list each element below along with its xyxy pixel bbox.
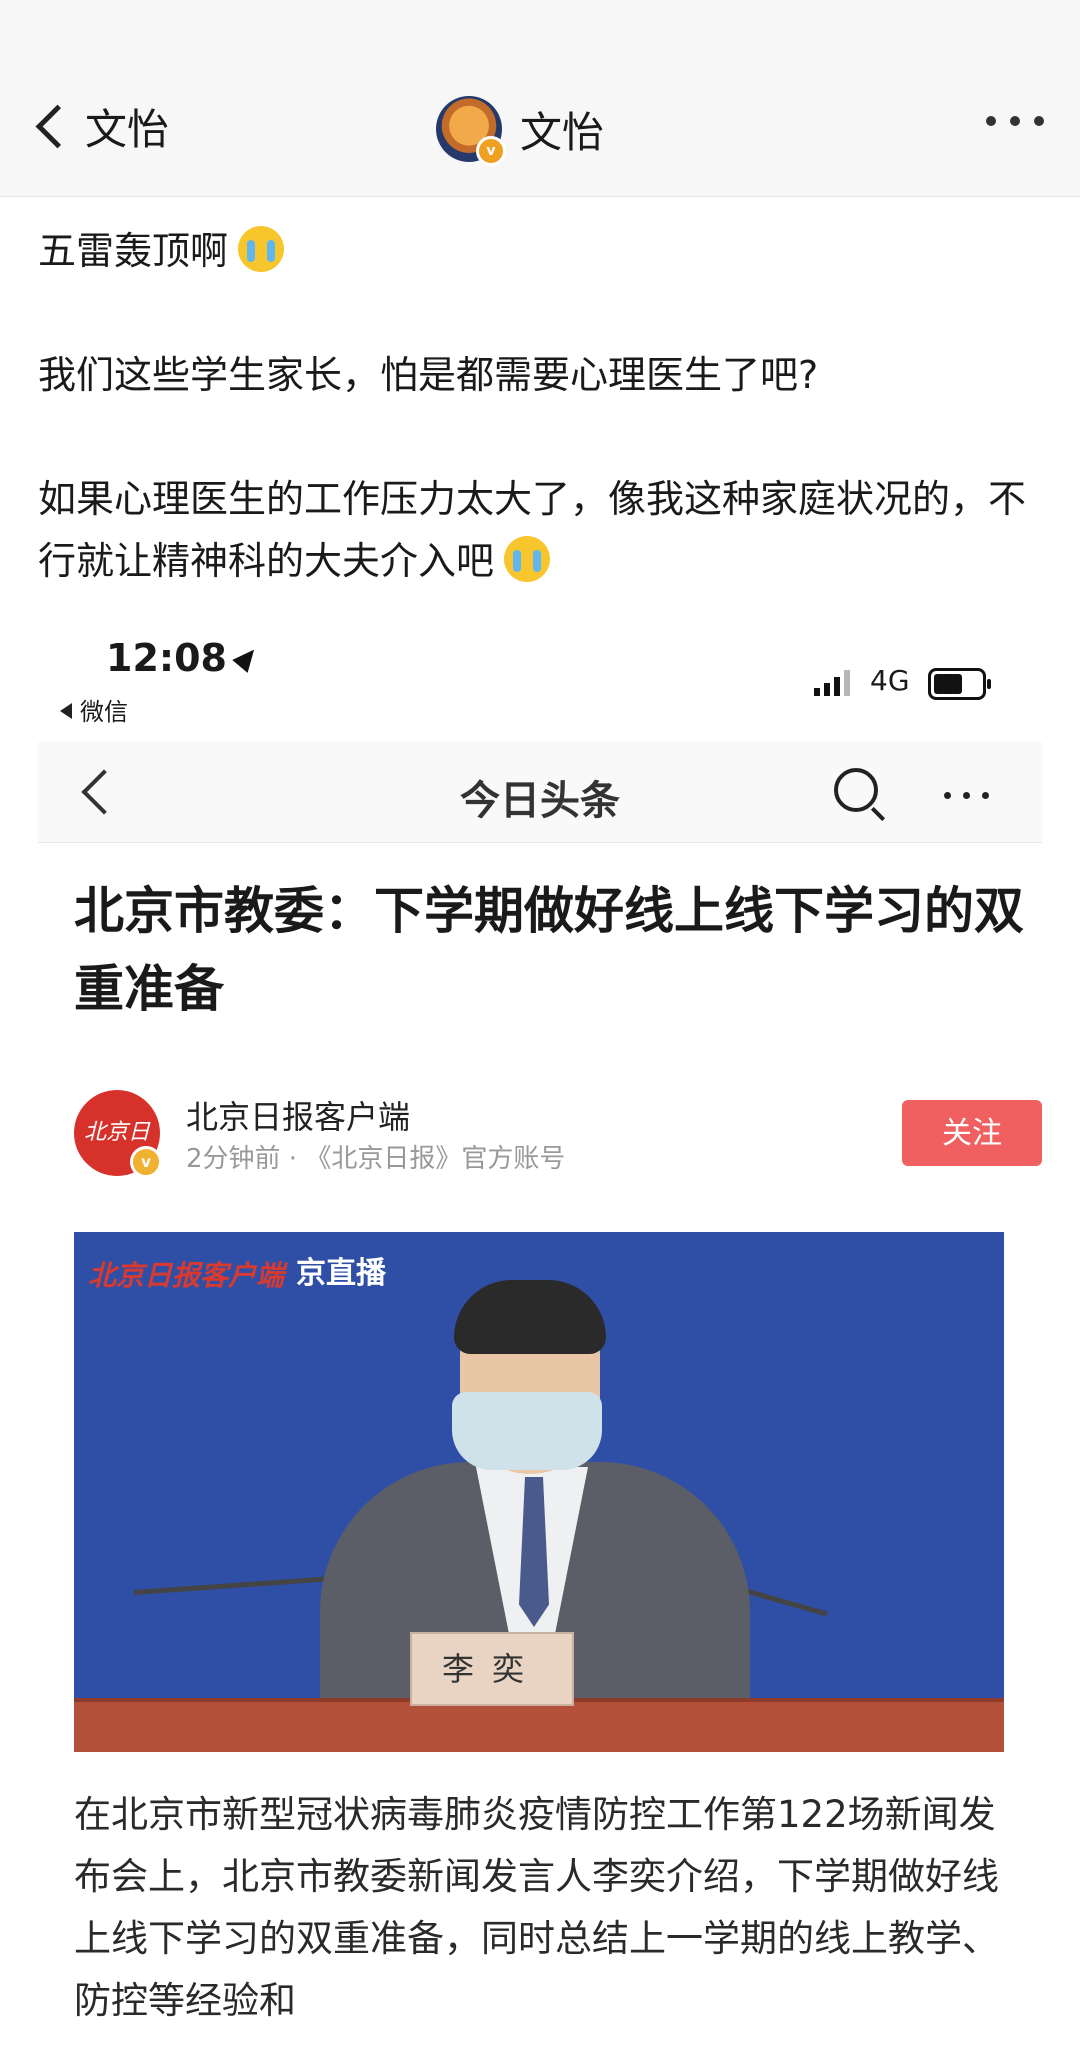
chevron-left-icon [35, 104, 80, 149]
article-body: 在北京市新型冠状病毒肺炎疫情防控工作第122场新闻发布会上，北京市教委新闻发言人… [74, 1793, 999, 2022]
post-line-1: 五雷轰顶啊 [38, 229, 229, 273]
post-line-2: 我们这些学生家长，怕是都需要心理医生了吧? [38, 353, 819, 397]
back-triangle-icon [60, 703, 72, 719]
battery-icon [928, 668, 991, 700]
article-headline: 北京市教委：下学期做好线上线下学习的双重准备 [74, 882, 1024, 1018]
crying-emoji-icon [504, 536, 551, 582]
status-time: 12:08 [106, 636, 262, 680]
speaker-hair [454, 1280, 606, 1354]
desk [74, 1698, 1004, 1752]
nav-title: 今日头条 [460, 778, 620, 824]
back-button[interactable]: 文怡 [30, 96, 169, 157]
follow-button[interactable]: 关注 [902, 1100, 1042, 1166]
verified-badge-icon: v [130, 1146, 162, 1178]
source-logo[interactable]: 北京日报 v [74, 1090, 162, 1231]
face-mask [452, 1392, 602, 1470]
page-title: 文怡 [520, 107, 605, 157]
network-label: 4G [870, 664, 910, 697]
photo-watermark-live: 京直播 [296, 1256, 386, 1291]
top-bar: 文怡 v 文怡 [0, 0, 1080, 197]
crying-emoji-icon [238, 226, 285, 272]
source-row: 北京日报 v 北京日报客户端 2分钟前 · 《北京日报》官方账号 关注 [74, 1088, 1042, 1231]
back-to-app[interactable]: 微信 [60, 692, 128, 727]
photo-watermark: 北京日报客户端 [88, 1259, 285, 1292]
avatar[interactable]: v [436, 96, 506, 166]
more-dots-icon[interactable] [944, 792, 989, 799]
post-text: 五雷轰顶啊 我们这些学生家长，怕是都需要心理医生了吧? 如果心理医生的工作压力太… [38, 220, 1048, 592]
source-meta: 2分钟前 · 《北京日报》官方账号 [186, 1144, 566, 1174]
search-icon[interactable] [834, 768, 878, 812]
signal-icon [814, 670, 850, 696]
verified-badge-icon: v [476, 136, 506, 166]
nav-bar: 今日头条 [38, 742, 1042, 843]
nameplate: 李奕 [410, 1632, 574, 1706]
microphone [133, 1576, 334, 1595]
embedded-screenshot[interactable]: 12:08 微信 4G 今日头条 北京市教委：下学期做好线上线下学习的双重准备 … [38, 626, 1042, 2054]
source-name[interactable]: 北京日报客户端 [186, 1092, 410, 1138]
location-arrow-icon [232, 643, 262, 673]
status-bar: 12:08 微信 4G [38, 626, 1042, 742]
profile-header[interactable]: v 文怡 [436, 96, 605, 166]
article-photo[interactable]: 北京日报客户端 京直播 李奕 [74, 1232, 1004, 1752]
back-label: 文怡 [85, 105, 170, 154]
more-dots-icon[interactable] [986, 116, 1044, 126]
